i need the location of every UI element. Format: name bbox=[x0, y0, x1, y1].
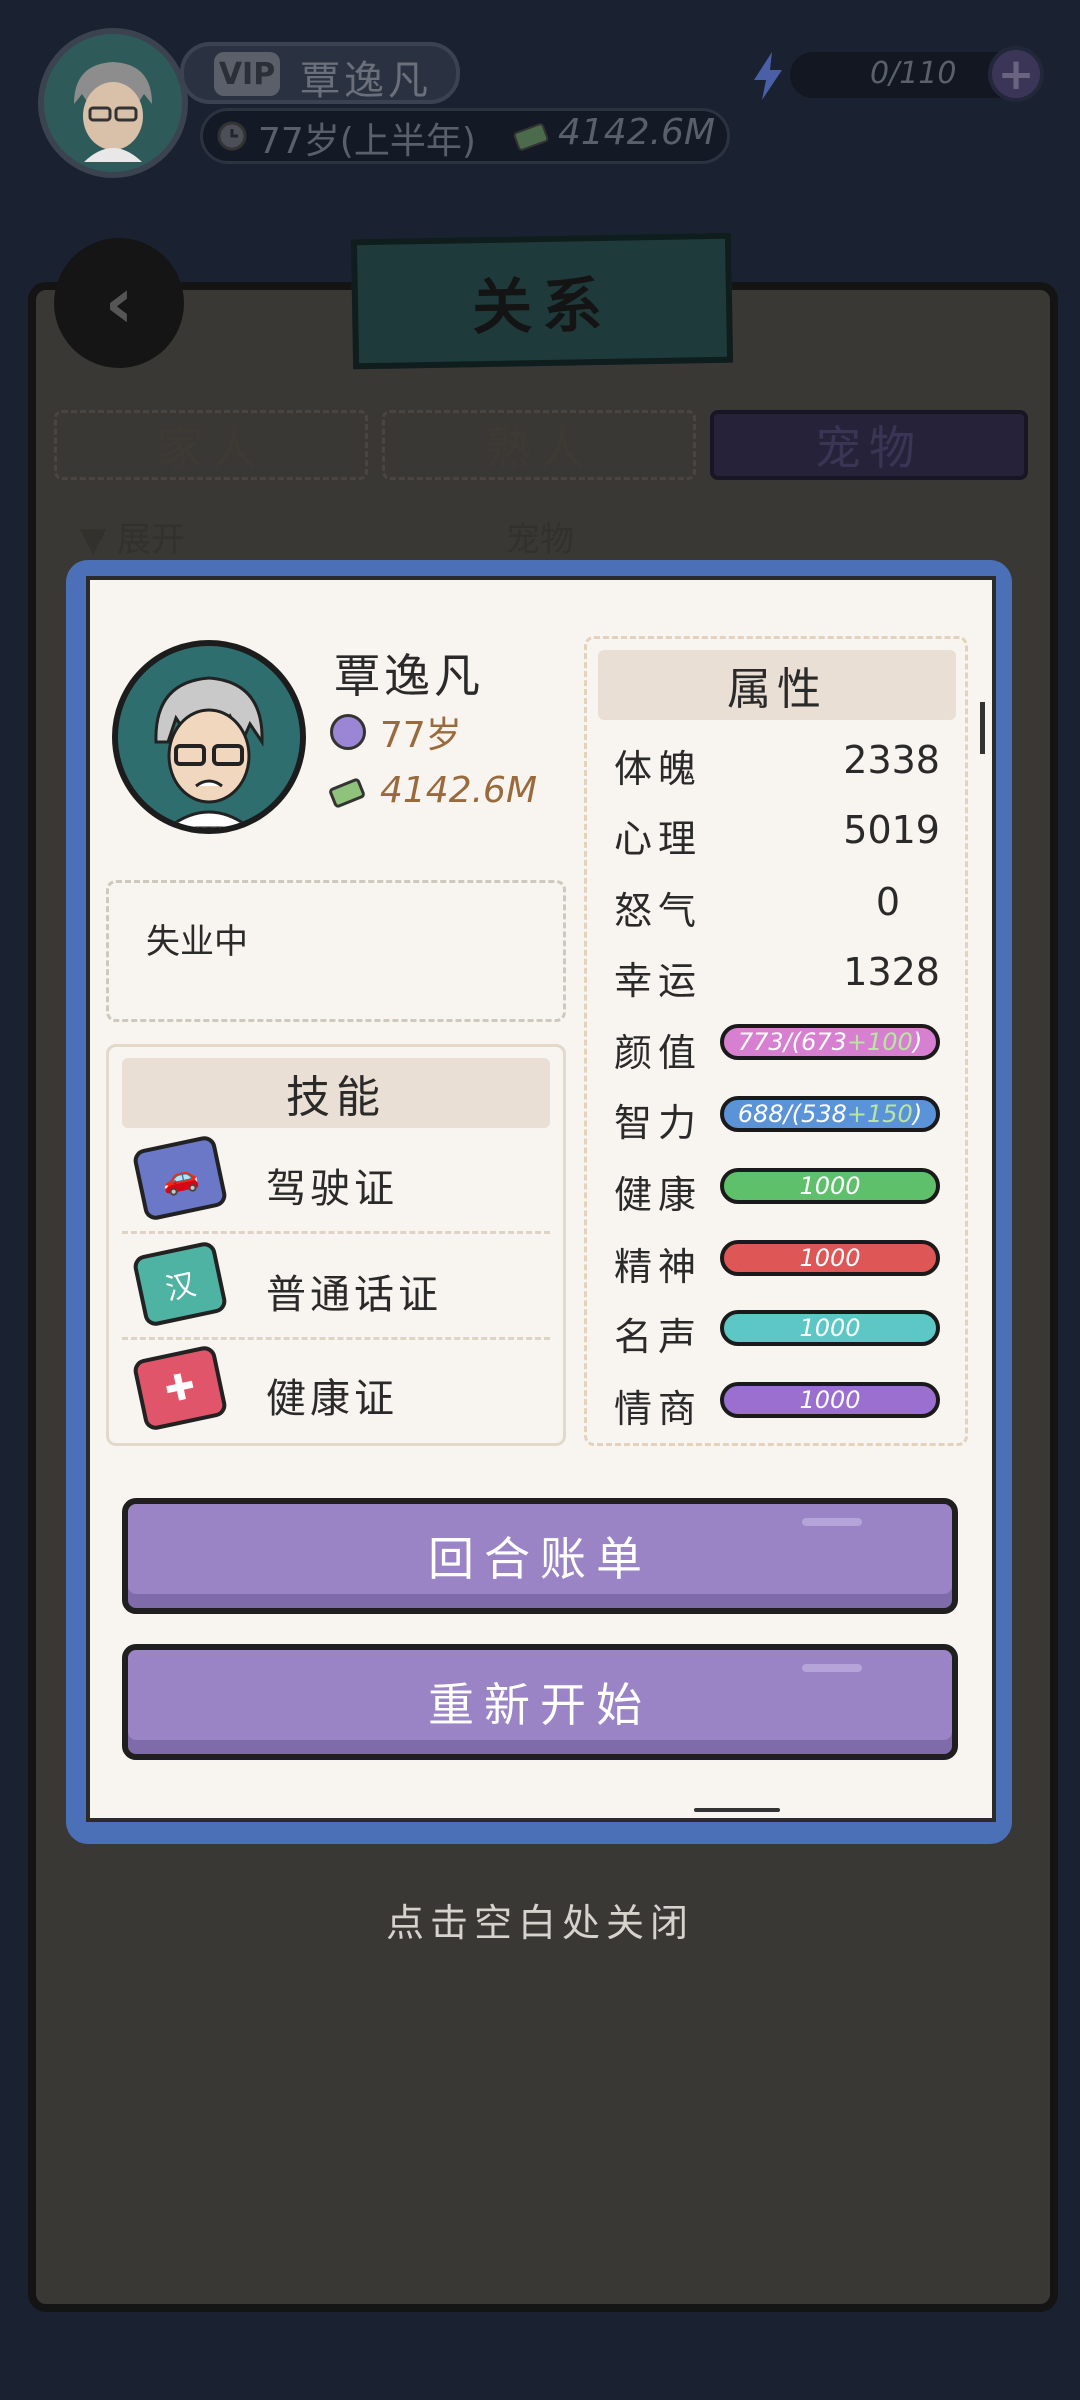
attr-bar-base: 773/(673 bbox=[737, 1028, 847, 1056]
attr-label: 名声 bbox=[614, 1315, 703, 1359]
energy-value: 0/110 bbox=[870, 56, 957, 91]
attr-label: 情商 bbox=[614, 1387, 703, 1431]
attr-label: 怒气 bbox=[614, 889, 703, 933]
page-title: 关系 bbox=[350, 232, 734, 370]
attr-value: 0 bbox=[875, 880, 900, 924]
player-name: 覃逸凡 bbox=[300, 58, 432, 104]
round-bill-button[interactable]: 回合账单 bbox=[122, 1498, 958, 1614]
attr-bar-base: 1000 bbox=[799, 1386, 861, 1414]
character-money: 4142.6M bbox=[380, 770, 538, 811]
employment-status: 失业中 bbox=[146, 922, 248, 962]
attributes-scrollbar[interactable] bbox=[980, 702, 985, 754]
vip-badge[interactable]: VIP bbox=[214, 52, 280, 96]
skill-item[interactable]: ✚ 健康证 bbox=[122, 1342, 550, 1440]
add-energy-button[interactable]: + bbox=[988, 46, 1044, 102]
skill-label: 普通话证 bbox=[266, 1272, 442, 1318]
mandarin-certificate-icon: 汉 bbox=[131, 1240, 229, 1328]
attr-bar: 688/(538 +150) bbox=[720, 1096, 940, 1132]
attr-bar-base: 1000 bbox=[799, 1172, 861, 1200]
attr-bar: 773/(673 +100) bbox=[720, 1024, 940, 1060]
modal-scroll-indicator bbox=[694, 1808, 780, 1812]
attr-bar-base: 688/(538 bbox=[737, 1100, 847, 1128]
attr-bar: 1000 bbox=[720, 1382, 940, 1418]
player-age: 77岁(上半年) bbox=[258, 121, 476, 162]
attr-label: 幸运 bbox=[614, 959, 703, 1003]
tab-family[interactable]: 家人 bbox=[54, 410, 368, 480]
attr-bar-base: 1000 bbox=[799, 1314, 861, 1342]
attr-label: 体魄 bbox=[614, 747, 703, 791]
character-portrait bbox=[112, 640, 306, 834]
player-money: 4142.6M bbox=[558, 112, 716, 153]
attr-value: 2338 bbox=[843, 738, 940, 782]
character-name: 覃逸凡 bbox=[334, 649, 484, 703]
attr-bar-close: ) bbox=[912, 1100, 923, 1128]
close-hint[interactable]: 点击空白处关闭 bbox=[0, 1892, 1080, 1947]
tab-pets[interactable]: 宠物 bbox=[710, 410, 1028, 480]
cash-icon bbox=[512, 120, 552, 156]
attr-bar-base: 1000 bbox=[799, 1244, 861, 1272]
pets-section-label: 宠物 bbox=[506, 520, 574, 560]
attr-label: 颜值 bbox=[614, 1031, 703, 1075]
attr-value: 5019 bbox=[843, 808, 940, 852]
attr-bar: 1000 bbox=[720, 1240, 940, 1276]
back-button[interactable]: ‹ bbox=[54, 238, 184, 368]
skill-item[interactable]: 🚗 驾驶证 bbox=[122, 1130, 550, 1234]
restart-label: 重新开始 bbox=[428, 1678, 652, 1732]
health-certificate-icon: ✚ bbox=[131, 1344, 229, 1432]
attr-value: 1328 bbox=[843, 950, 940, 994]
round-bill-label: 回合账单 bbox=[428, 1532, 652, 1586]
skill-label: 驾驶证 bbox=[266, 1166, 398, 1212]
character-age: 77岁 bbox=[380, 715, 462, 756]
skills-title: 技能 bbox=[122, 1058, 550, 1128]
expand-toggle[interactable]: ▼ 展开 bbox=[80, 512, 185, 561]
attr-bar: 1000 bbox=[720, 1168, 940, 1204]
tab-acquaintances[interactable]: 熟人 bbox=[382, 410, 696, 480]
attr-bar: 1000 bbox=[720, 1310, 940, 1346]
player-avatar-top[interactable] bbox=[38, 28, 188, 178]
attr-bar-bonus: +100 bbox=[846, 1028, 913, 1056]
car-license-icon: 🚗 bbox=[131, 1134, 229, 1222]
skill-item[interactable]: 汉 普通话证 bbox=[122, 1236, 550, 1340]
attr-label: 精神 bbox=[614, 1245, 703, 1289]
cash-icon bbox=[326, 774, 368, 814]
attributes-title: 属性 bbox=[598, 650, 956, 720]
attr-bar-bonus: +150 bbox=[846, 1100, 913, 1128]
attr-label: 健康 bbox=[614, 1173, 703, 1217]
clock-icon bbox=[216, 120, 248, 156]
skill-label: 健康证 bbox=[266, 1376, 398, 1422]
attr-label: 智力 bbox=[614, 1101, 703, 1145]
lightning-icon bbox=[748, 50, 788, 106]
clock-icon bbox=[330, 714, 366, 750]
restart-button[interactable]: 重新开始 bbox=[122, 1644, 958, 1760]
attr-bar-close: ) bbox=[912, 1028, 923, 1056]
attr-label: 心理 bbox=[614, 817, 703, 861]
